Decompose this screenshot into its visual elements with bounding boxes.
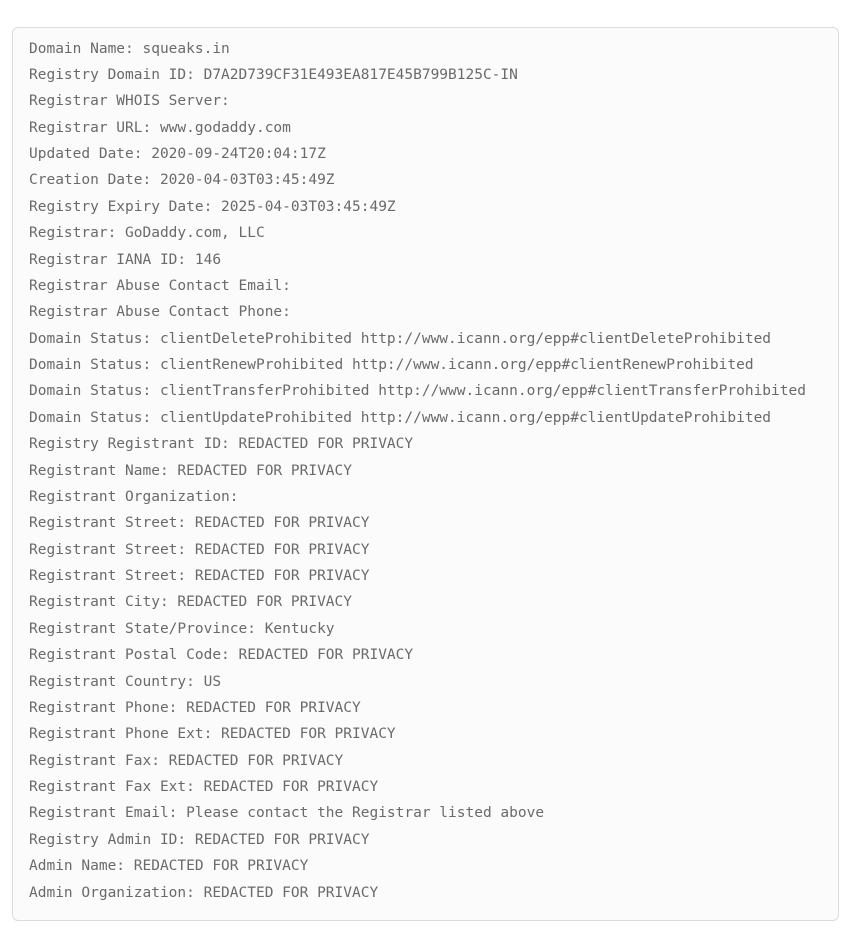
whois-record-block: Domain Name: squeaks.in Registry Domain … (12, 27, 839, 921)
